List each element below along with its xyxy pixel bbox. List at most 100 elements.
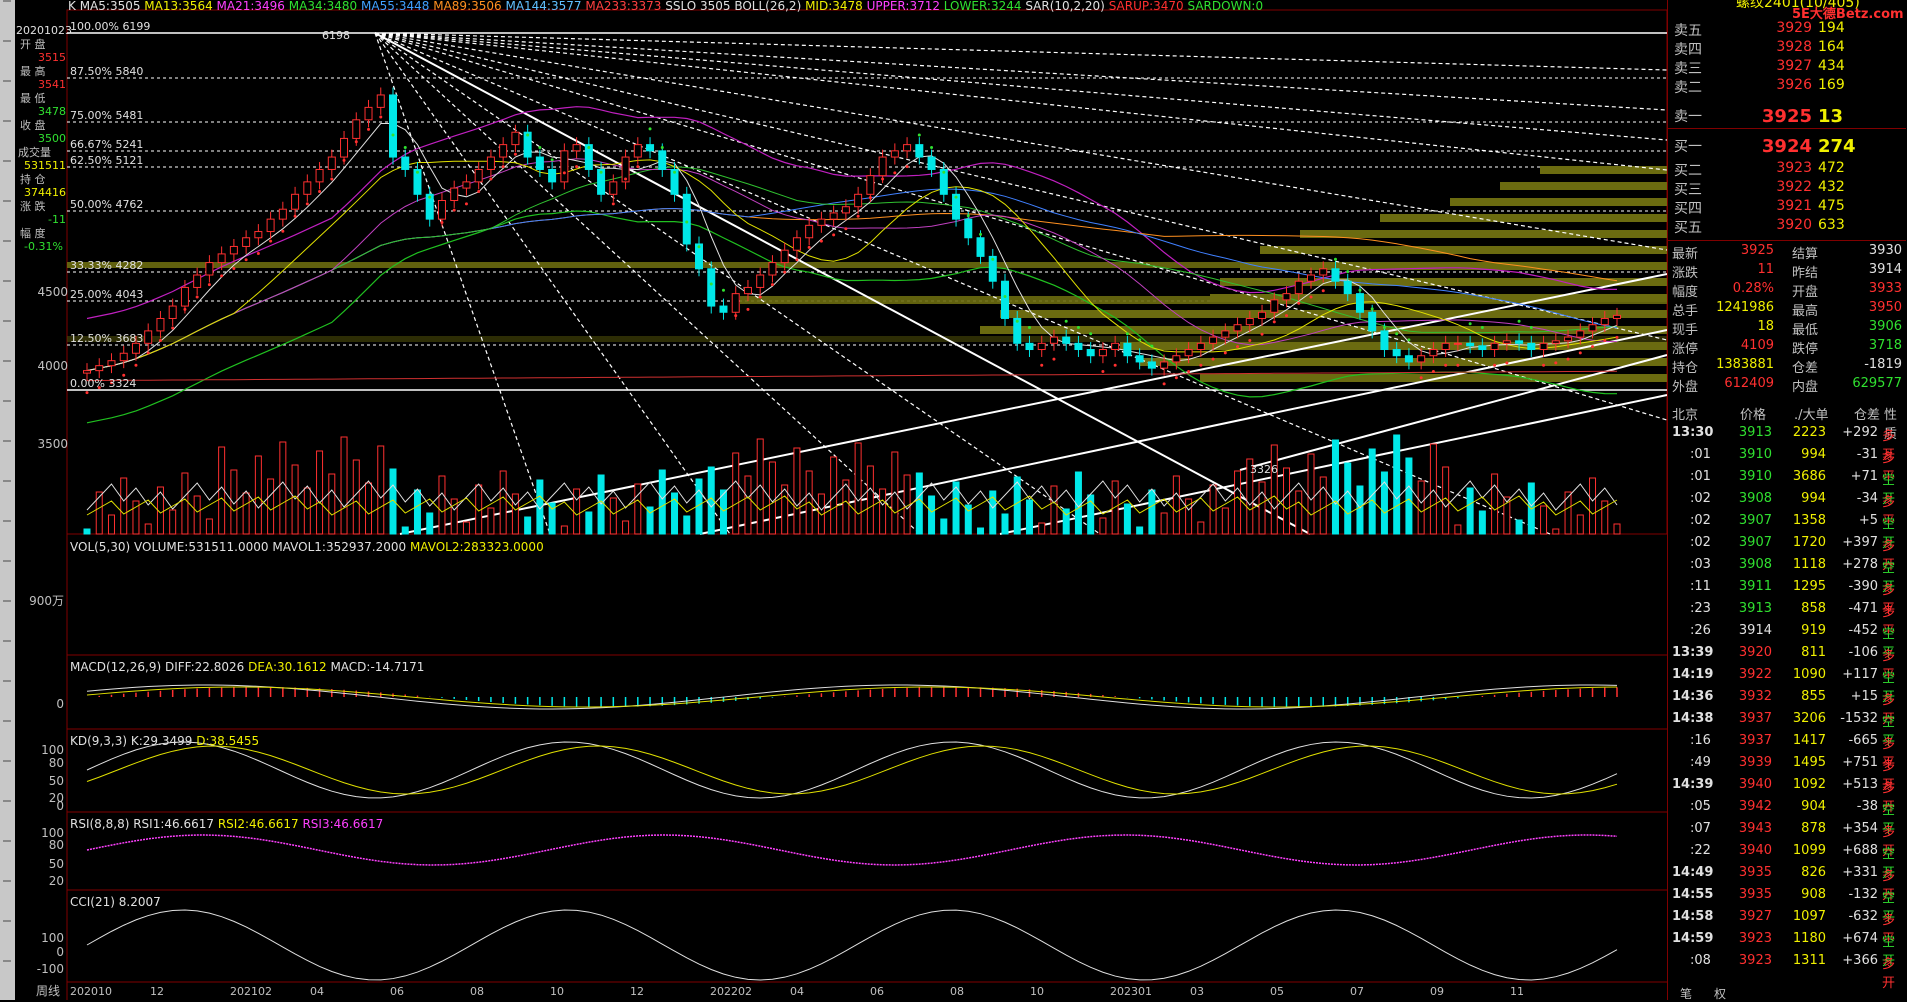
bid-level[interactable]: 买三 3922 432	[1668, 179, 1906, 198]
candle-body	[1001, 280, 1009, 319]
rsi-line	[86, 834, 1618, 866]
candle-body	[1515, 340, 1524, 344]
candle-body	[964, 218, 973, 239]
candle-body	[376, 94, 385, 108]
sar-dot	[134, 363, 138, 367]
volume-bar	[279, 441, 287, 535]
bid-level[interactable]: 买一 3924 274	[1668, 136, 1906, 157]
candle-body	[278, 208, 287, 220]
volume-profile-band	[67, 262, 1667, 268]
volume-bar	[1564, 491, 1572, 535]
low-label: 最 低	[20, 92, 46, 105]
candle-body	[829, 212, 838, 220]
trade-time: 14:49	[1672, 865, 1714, 880]
sar-dot	[587, 145, 591, 149]
volume-bar	[732, 452, 740, 535]
candle-body	[768, 262, 777, 276]
sar-dot	[697, 245, 701, 249]
trade-time: :05	[1690, 799, 1711, 814]
trade-price: 3932	[1738, 689, 1772, 704]
volume-profile-bar	[1300, 230, 1667, 238]
candle-body	[1490, 342, 1499, 351]
trade-time: 14:59	[1672, 931, 1714, 946]
sar-dot	[305, 202, 309, 206]
trade-volume: 826	[1801, 865, 1826, 880]
volume-bar	[205, 518, 213, 535]
trade-price: 3907	[1738, 513, 1772, 528]
trough-label: 3326	[1250, 463, 1278, 476]
sar-dot	[464, 202, 468, 206]
period-label[interactable]: 周线	[36, 985, 60, 998]
amp-label: 幅 度	[20, 227, 46, 240]
trade-oi-change: -632	[1848, 909, 1878, 924]
trade-time: 14:36	[1672, 689, 1714, 704]
trade-row: 14:59 3923 1180 +674 空开	[1668, 931, 1906, 969]
stat-value: 629577	[1852, 376, 1902, 391]
trade-volume: 1358	[1792, 513, 1826, 528]
bid-price: 3924	[1761, 136, 1812, 157]
trade-oi-change: -471	[1848, 601, 1878, 616]
volume-bar	[1050, 485, 1058, 535]
sar-dot	[1211, 357, 1215, 361]
sar-dot	[477, 189, 481, 193]
volume-bar	[1405, 457, 1413, 535]
trade-row: :22 3940 1099 +688 空开	[1668, 843, 1906, 881]
ma-value-13: SAR(10,2,20)	[1025, 0, 1109, 12]
candle-body	[486, 156, 495, 170]
sar-dot	[379, 115, 383, 119]
trade-volume: 1720	[1792, 535, 1826, 550]
trade-price: 3907	[1738, 535, 1772, 550]
bid-level[interactable]: 买二 3923 472	[1668, 160, 1906, 179]
ask-level[interactable]: 卖四 3928 164	[1668, 39, 1906, 58]
bid-level[interactable]: 买五 3920 633	[1668, 217, 1906, 236]
ask-level[interactable]: 卖五 3929 194	[1668, 20, 1906, 39]
diff-line	[86, 684, 1618, 710]
ask-level[interactable]: 卖二 3926 169	[1668, 77, 1906, 96]
stat-label: 总手	[1672, 304, 1699, 319]
bid-level[interactable]: 买四 3921 475	[1668, 198, 1906, 217]
volume-bar	[267, 478, 275, 535]
candle-body	[364, 106, 373, 121]
sar-dot	[1125, 332, 1129, 336]
chart-area[interactable]	[0, 0, 1907, 1000]
sar-dot	[1162, 382, 1166, 386]
sar-dot	[807, 245, 811, 249]
ask-level[interactable]: 卖一 3925 13	[1668, 106, 1906, 127]
sar-dot	[1015, 319, 1019, 323]
trade-price: 3923	[1738, 953, 1772, 968]
sar-dot	[1346, 270, 1350, 274]
candle-body	[841, 206, 850, 214]
trade-time: :02	[1690, 535, 1711, 550]
volume-bar	[193, 495, 201, 535]
trade-oi-change: -34	[1856, 491, 1878, 506]
trade-volume: 2223	[1792, 425, 1826, 440]
tab-ticks[interactable]: 笔	[1680, 985, 1692, 1001]
time-tick: 09	[1430, 985, 1444, 998]
candle-body	[903, 144, 912, 152]
candle-body	[535, 156, 544, 170]
sar-dot	[942, 170, 946, 174]
time-tick: 08	[470, 985, 484, 998]
cci-axis-tick: 0	[56, 945, 64, 959]
tab-rights[interactable]: 权	[1714, 985, 1726, 1001]
candle-body	[609, 181, 618, 195]
volume-bar	[585, 511, 593, 535]
volume-bar	[1331, 439, 1339, 535]
fib-label-7: 25.00% 4043	[70, 288, 144, 301]
candle-body	[1429, 349, 1438, 357]
sar-dot	[244, 258, 248, 262]
trade-row: 14:49 3935 826 +331 多开	[1668, 865, 1906, 903]
stat-label: 最高	[1792, 304, 1819, 319]
volume-value: 531511	[24, 159, 66, 172]
sar-dot	[636, 165, 640, 169]
candle-body	[792, 237, 801, 251]
volume-bar	[1148, 489, 1156, 535]
trade-time: :01	[1690, 447, 1711, 462]
sar-dot	[171, 326, 175, 330]
ask-level[interactable]: 卖三 3927 434	[1668, 58, 1906, 77]
candle-body	[1368, 311, 1377, 332]
sar-dot	[207, 283, 211, 287]
ask-volume: 164	[1818, 39, 1845, 55]
k-line	[86, 741, 1618, 799]
volume-bar	[1258, 481, 1266, 535]
